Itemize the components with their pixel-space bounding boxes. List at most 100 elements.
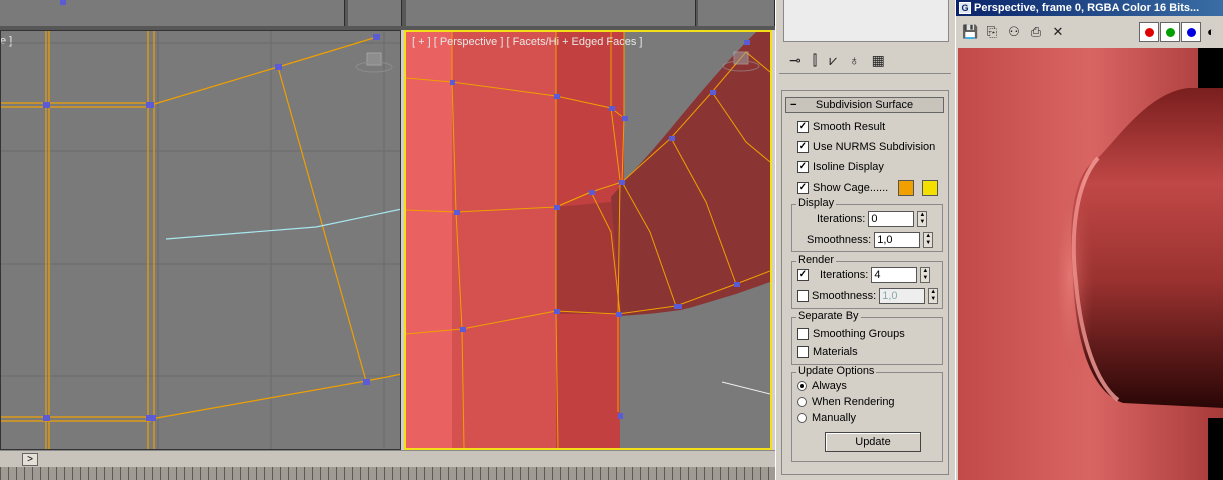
blue-channel-button[interactable]	[1181, 22, 1201, 42]
clone-icon[interactable]: ⚇	[1006, 24, 1022, 40]
top-left-viewport[interactable]	[0, 0, 345, 26]
smoothing-groups-row[interactable]: Smoothing Groups	[797, 328, 905, 340]
render-smoothness-input[interactable]: 1,0	[879, 288, 926, 304]
display-iterations-spinner[interactable]: ▲ ▼	[917, 211, 928, 227]
update-manually-label: Manually	[812, 412, 857, 424]
use-nurms-checkbox[interactable]: ✓	[797, 141, 809, 153]
rollout-header[interactable]: − Subdivision Surface	[785, 97, 944, 113]
isoline-display-label: Isoline Display	[813, 161, 884, 173]
viewcube-icon	[355, 52, 393, 73]
app-icon: G	[959, 2, 971, 14]
render-smoothness-checkbox[interactable]	[797, 290, 809, 302]
perspective-canvas	[406, 32, 770, 448]
track-bar-ruler[interactable]	[0, 467, 775, 480]
display-smoothness-label: Smoothness:	[807, 234, 872, 246]
render-smoothness-spinner[interactable]: ▲ ▼	[928, 288, 939, 304]
rendered-image-canvas	[958, 48, 1223, 480]
display-iterations-row: Iterations: 0 ▲ ▼	[817, 211, 928, 227]
remove-modifier-icon[interactable]: ♁	[849, 53, 860, 67]
update-button[interactable]: Update	[825, 432, 921, 452]
use-nurms-row[interactable]: ✓ Use NURMS Subdivision	[797, 141, 935, 153]
left-viewport[interactable]: e ]	[0, 30, 401, 450]
configure-modifier-sets-icon[interactable]: ▦	[872, 53, 885, 67]
smooth-result-checkbox[interactable]: ✓	[797, 121, 809, 133]
update-always-label: Always	[812, 380, 847, 392]
top-right-viewport[interactable]	[406, 0, 696, 26]
make-unique-icon[interactable]: ⩗	[829, 53, 837, 67]
channel-buttons	[1139, 22, 1201, 42]
subdivision-surface-rollout: − Subdivision Surface ✓ Smooth Result ✓ …	[781, 90, 949, 475]
update-manually-radio[interactable]	[797, 413, 807, 423]
red-dot-icon	[1144, 27, 1154, 37]
render-group-title: Render	[796, 254, 837, 266]
materials-label: Materials	[813, 346, 858, 358]
separate-by-title: Separate By	[796, 310, 861, 322]
command-panel: ⊸ ⫿ ⩗ ♁ ▦ − Subdivision Surface ✓ Smooth…	[775, 0, 955, 480]
update-manually-row[interactable]: Manually	[797, 412, 856, 424]
top-left-viewport-edge	[348, 0, 402, 26]
perspective-viewport[interactable]: [ + ] [ Perspective ] [ Facets/Hi + Edge…	[404, 30, 772, 450]
update-when-rendering-row[interactable]: When Rendering	[797, 396, 895, 408]
time-slider[interactable]: >	[0, 450, 775, 467]
display-smoothness-spinner[interactable]: ▲ ▼	[923, 232, 934, 248]
render-iterations-row: ✓ Iterations: 4 ▲ ▼	[797, 267, 931, 283]
render-iterations-checkbox[interactable]: ✓	[797, 269, 809, 281]
smoothing-groups-label: Smoothing Groups	[813, 328, 905, 340]
display-iterations-label: Iterations:	[817, 213, 866, 225]
isoline-display-row[interactable]: ✓ Isoline Display	[797, 161, 884, 173]
display-group: Display Iterations: 0 ▲ ▼ Smoothness: 1,0…	[791, 197, 943, 252]
materials-checkbox[interactable]	[797, 346, 809, 358]
render-window-title: Perspective, frame 0, RGBA Color 16 Bits…	[974, 2, 1200, 14]
render-window-titlebar[interactable]: G Perspective, frame 0, RGBA Color 16 Bi…	[956, 0, 1223, 16]
update-when-rendering-radio[interactable]	[797, 397, 807, 407]
top-viewport-strip	[0, 0, 775, 30]
render-smoothness-row: Smoothness: 1,0 ▲ ▼	[797, 288, 939, 304]
show-cage-row[interactable]: ✓ Show Cage......	[797, 180, 939, 196]
smoothing-groups-checkbox[interactable]	[797, 328, 809, 340]
time-slider-next-button[interactable]: >	[22, 453, 38, 466]
pin-stack-icon[interactable]: ⊸	[789, 53, 801, 67]
top-right-viewport-edge	[698, 0, 775, 26]
modifier-stack-toolbar: ⊸ ⫿ ⩗ ♁ ▦	[779, 46, 951, 74]
update-always-row[interactable]: Always	[797, 380, 847, 392]
rollout-title: Subdivision Surface	[815, 99, 914, 111]
clear-icon[interactable]: ✕	[1050, 24, 1066, 40]
render-group: Render ✓ Iterations: 4 ▲ ▼ Smoothness: 1,…	[791, 254, 943, 309]
show-cage-checkbox[interactable]: ✓	[797, 182, 809, 194]
smooth-result-row[interactable]: ✓ Smooth Result	[797, 121, 885, 133]
display-iterations-input[interactable]: 0	[868, 211, 915, 227]
update-options-group: Update Options Always When Rendering Man…	[791, 365, 943, 462]
modifier-stack-list[interactable]	[783, 0, 949, 42]
rendered-frame-window: G Perspective, frame 0, RGBA Color 16 Bi…	[955, 0, 1223, 480]
separate-by-group: Separate By Smoothing Groups Materials	[791, 310, 943, 365]
smooth-result-label: Smooth Result	[813, 121, 886, 133]
copy-icon[interactable]: ⎘	[984, 24, 1000, 40]
show-cage-label: Show Cage......	[813, 182, 889, 194]
render-iterations-input[interactable]: 4	[871, 267, 918, 283]
display-smoothness-input[interactable]: 1,0	[874, 232, 921, 248]
render-smoothness-label: Smoothness:	[812, 290, 877, 302]
display-smoothness-row: Smoothness: 1,0 ▲ ▼	[807, 232, 934, 248]
print-icon[interactable]: ⎙	[1028, 24, 1044, 40]
left-viewport-canvas	[1, 31, 400, 449]
vertex-marker	[60, 0, 66, 5]
monochrome-toggle-icon[interactable]: ◐	[1207, 24, 1215, 39]
render-iterations-spinner[interactable]: ▲ ▼	[920, 267, 931, 283]
green-channel-button[interactable]	[1160, 22, 1180, 42]
collapse-icon[interactable]: −	[790, 98, 796, 112]
red-channel-button[interactable]	[1139, 22, 1159, 42]
rendered-image	[958, 48, 1223, 480]
update-always-radio[interactable]	[797, 381, 807, 391]
perspective-viewport-label[interactable]: [ + ] [ Perspective ] [ Facets/Hi + Edge…	[412, 36, 643, 48]
isoline-display-checkbox[interactable]: ✓	[797, 161, 809, 173]
use-nurms-label: Use NURMS Subdivision	[813, 141, 936, 153]
materials-row[interactable]: Materials	[797, 346, 858, 358]
show-end-result-icon[interactable]: ⫿	[813, 53, 817, 67]
update-options-title: Update Options	[796, 365, 877, 377]
blue-dot-icon	[1186, 27, 1196, 37]
cage-color-swatch-1[interactable]	[898, 180, 915, 196]
update-when-rendering-label: When Rendering	[812, 396, 895, 408]
save-icon[interactable]: 💾	[962, 24, 978, 40]
render-iterations-label: Iterations:	[820, 269, 869, 281]
cage-color-swatch-2[interactable]	[922, 180, 939, 196]
